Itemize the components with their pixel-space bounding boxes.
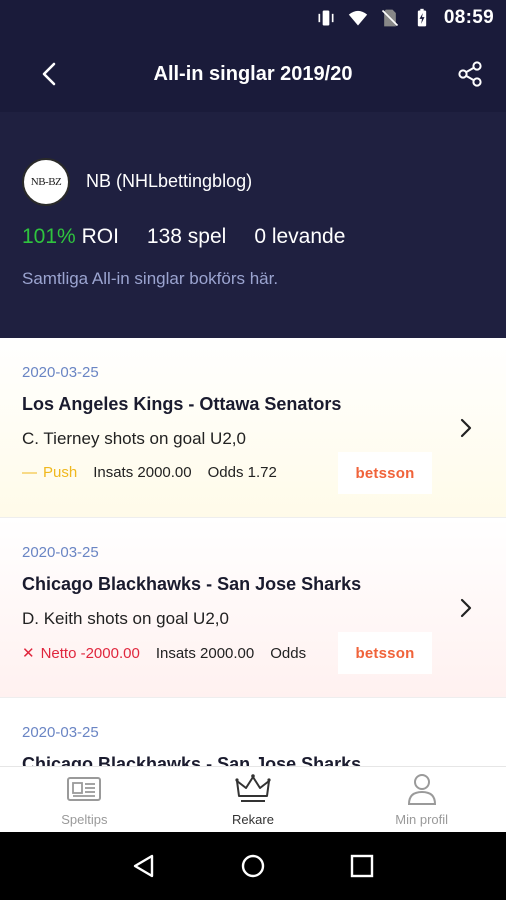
chevron-right-icon[interactable] xyxy=(458,416,474,440)
push-dash-icon: — xyxy=(22,464,37,481)
bet-stake: Insats 2000.00 xyxy=(93,464,192,481)
bet-status-text: Push xyxy=(43,464,78,481)
no-sim-icon xyxy=(381,9,398,27)
nav-item-rekare[interactable]: Rekare xyxy=(169,767,338,832)
nav-label: Speltips xyxy=(61,812,108,827)
vibrate-icon xyxy=(318,10,334,26)
share-icon[interactable] xyxy=(456,60,484,88)
bet-odds: Odds 1.72 xyxy=(207,464,277,481)
home-circle-icon[interactable] xyxy=(239,852,267,880)
app-bar: All-in singlar 2019/20 xyxy=(0,36,506,112)
avatar[interactable]: NB-BZ xyxy=(22,158,70,206)
bet-match: Los Angeles Kings - Ottawa Senators xyxy=(22,394,342,414)
clock: 08:59 xyxy=(443,7,494,28)
profile-description: Samtliga All-in singlar bokförs här. xyxy=(22,269,279,288)
bet-status-text: Netto -2000.00 xyxy=(40,644,140,662)
nav-item-min-profil[interactable]: Min profil xyxy=(337,767,506,832)
profile-stats: 101% ROI 138 spel 0 levande xyxy=(22,225,345,249)
nav-item-speltips[interactable]: Speltips xyxy=(0,767,169,832)
roi-value: 101% xyxy=(22,225,76,248)
bet-date: 2020-03-25 xyxy=(22,724,99,741)
newspaper-icon xyxy=(67,777,102,801)
bet-pick: C. Tierney shots on goal U2,0 xyxy=(22,429,246,448)
bet-card[interactable]: 2020-03-25 Los Angeles Kings - Ottawa Se… xyxy=(0,338,506,518)
bookmaker-logo[interactable]: betsson xyxy=(338,452,432,494)
status-bar: 08:59 xyxy=(0,0,506,36)
screen: 08:59 All-in singlar 2019/20 NB-BZ NB (N… xyxy=(0,0,506,900)
battery-charging-icon xyxy=(417,8,427,27)
page-title: All-in singlar 2019/20 xyxy=(153,62,353,85)
bet-pick: D. Keith shots on goal U2,0 xyxy=(22,609,229,628)
bottom-nav: Speltips Rekare Min profil xyxy=(0,766,506,832)
bet-list[interactable]: 2020-03-25 Los Angeles Kings - Ottawa Se… xyxy=(0,338,506,766)
roi-stat: 101% ROI xyxy=(22,225,119,249)
bet-odds: Odds xyxy=(270,644,307,662)
bet-match: Chicago Blackhawks - San Jose Sharks xyxy=(22,574,362,594)
profile-header: NB-BZ NB (NHLbettingblog) 101% ROI 138 s… xyxy=(0,112,506,338)
loss-x-icon: ✕ xyxy=(22,645,35,662)
back-arrow-icon[interactable] xyxy=(36,60,64,88)
system-nav-bar xyxy=(0,832,506,900)
bet-date: 2020-03-25 xyxy=(22,544,99,561)
bet-card[interactable]: 2020-03-25 Chicago Blackhawks - San Jose… xyxy=(0,698,506,766)
bet-meta: ✕ Netto -2000.00 Insats 2000.00 Odds xyxy=(22,644,307,663)
person-icon xyxy=(407,774,436,805)
avatar-logo-text: NB-BZ xyxy=(30,176,62,188)
bet-date: 2020-03-25 xyxy=(22,364,99,381)
recents-square-icon[interactable] xyxy=(348,852,376,880)
profile-name[interactable]: NB (NHLbettingblog) xyxy=(86,171,252,192)
wifi-icon xyxy=(348,10,368,26)
chevron-right-icon[interactable] xyxy=(458,596,474,620)
bookmaker-logo[interactable]: betsson xyxy=(338,632,432,674)
crown-icon xyxy=(235,774,271,802)
bet-match: Chicago Blackhawks - San Jose Sharks xyxy=(22,754,362,766)
nav-label: Min profil xyxy=(395,812,449,827)
bet-card[interactable]: 2020-03-25 Chicago Blackhawks - San Jose… xyxy=(0,518,506,698)
bet-status: — Push xyxy=(22,464,77,481)
bet-stake: Insats 2000.00 xyxy=(155,644,255,662)
bet-status: ✕ Netto -2000.00 xyxy=(22,644,140,663)
nav-label: Rekare xyxy=(232,812,274,827)
bet-meta: — Push Insats 2000.00 Odds 1.72 xyxy=(22,464,277,481)
roi-label: ROI xyxy=(81,225,119,248)
back-triangle-icon[interactable] xyxy=(130,852,158,880)
live-count: 0 levande xyxy=(254,225,346,248)
games-count: 138 spel xyxy=(146,225,227,248)
